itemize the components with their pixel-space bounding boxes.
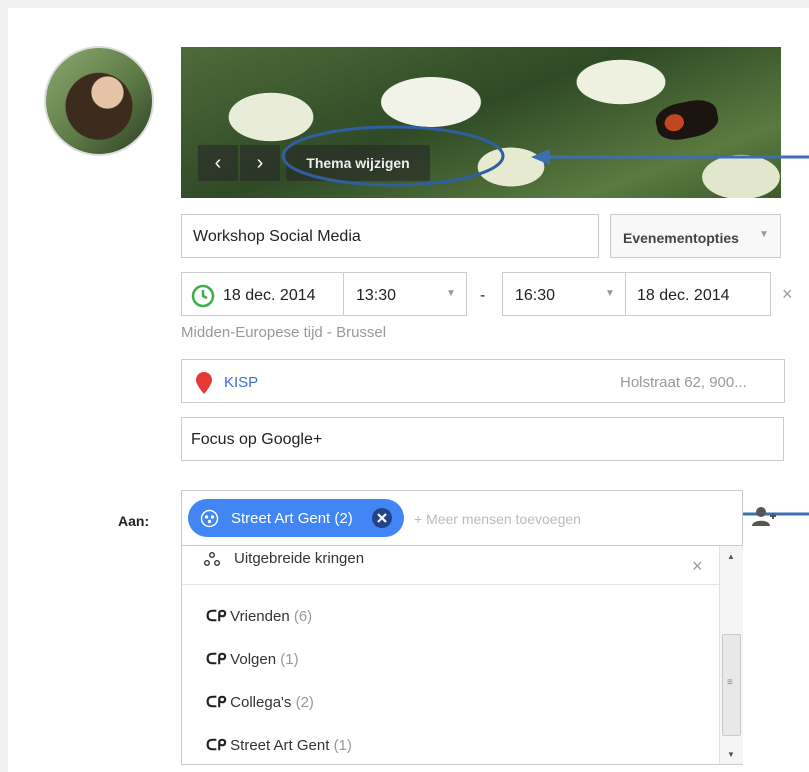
event-title-value: Workshop Social Media	[193, 228, 361, 245]
circle-count: (2)	[295, 694, 314, 711]
close-dropdown-icon[interactable]: ×	[692, 556, 703, 577]
recipients-label: Aan:	[118, 513, 150, 529]
list-item[interactable]: ᑕᑭ Street Art Gent (1)	[206, 736, 352, 754]
end-time-value: 16:30	[515, 287, 556, 304]
circle-link-icon: ᑕᑭ	[206, 651, 227, 668]
divider	[182, 584, 719, 585]
remove-chip-icon[interactable]	[372, 508, 392, 528]
start-time-value: 13:30	[356, 287, 397, 304]
chevron-down-icon: ▼	[446, 288, 456, 299]
remove-end-time-icon[interactable]: ×	[782, 284, 793, 305]
start-date-value: 18 dec. 2014	[223, 287, 316, 304]
start-time-select[interactable]: 13:30 ▼	[343, 272, 467, 316]
time-separator: -	[480, 287, 486, 304]
grip-icon: ≡	[727, 677, 733, 688]
location-field[interactable]: KISP Holstraat 62, 900...	[181, 359, 785, 403]
location-address: Holstraat 62, 900...	[620, 374, 747, 391]
circle-count: (1)	[333, 737, 352, 754]
circle-count: (6)	[293, 608, 313, 625]
location-name[interactable]: KISP	[224, 374, 258, 391]
circle-name: Vrienden	[230, 608, 290, 625]
circle-link-icon: ᑕᑭ	[206, 737, 227, 754]
list-item[interactable]: ᑕᑭ Vrienden (6)	[206, 607, 312, 625]
scroll-down-icon[interactable]: ▼	[727, 750, 735, 759]
recipients-field[interactable]: Street Art Gent (2) + Meer mensen toevoe…	[181, 490, 743, 546]
scrollbar[interactable]: ▲ ≡ ▼	[719, 546, 743, 764]
description-field[interactable]: Focus op Google+	[181, 417, 784, 461]
chevron-down-icon: ▼	[605, 288, 615, 299]
circle-count: (1)	[280, 651, 299, 668]
list-item[interactable]: ᑕᑭ Volgen (1)	[206, 650, 299, 668]
list-item[interactable]: ᑕᑭ Collega's (2)	[206, 693, 314, 711]
extended-circles-label[interactable]: Uitgebreide kringen	[234, 550, 364, 567]
circle-name: Street Art Gent	[230, 737, 330, 754]
end-time-select[interactable]: 16:30 ▼	[502, 272, 626, 316]
circle-icon	[200, 509, 219, 528]
clock-icon	[191, 284, 215, 308]
circle-chip[interactable]: Street Art Gent (2)	[188, 499, 404, 537]
circle-chip-label: Street Art Gent (2)	[231, 510, 353, 527]
event-title-field[interactable]: Workshop Social Media	[181, 214, 599, 258]
map-pin-icon	[196, 372, 212, 394]
end-date-value: 18 dec. 2014	[637, 287, 730, 304]
start-date-field[interactable]: 18 dec. 2014	[181, 272, 344, 316]
chevron-down-icon: ▼	[759, 229, 769, 240]
scroll-up-icon[interactable]: ▲	[727, 552, 735, 561]
annotation-arrowhead-1	[531, 149, 550, 165]
scrollbar-thumb[interactable]: ≡	[722, 634, 741, 736]
circle-link-icon: ᑕᑭ	[206, 608, 227, 625]
circles-dropdown: Uitgebreide kringen × ᑕᑭ Vrienden (6) ᑕᑭ…	[181, 545, 743, 765]
event-options-dropdown[interactable]: Evenementopties ▼	[610, 214, 781, 258]
add-person-icon[interactable]	[750, 505, 776, 527]
circle-link-icon: ᑕᑭ	[206, 694, 227, 711]
circle-name: Collega's	[230, 694, 292, 711]
timezone-label[interactable]: Midden-Europese tijd - Brussel	[181, 324, 386, 341]
annotation-ellipse	[281, 125, 505, 187]
event-options-label: Evenementopties	[623, 230, 739, 246]
circle-name: Volgen	[230, 651, 277, 668]
add-people-placeholder[interactable]: + Meer mensen toevoegen	[414, 511, 581, 527]
extended-circles-icon	[204, 552, 220, 566]
description-value: Focus op Google+	[191, 431, 323, 448]
end-date-field[interactable]: 18 dec. 2014	[625, 272, 771, 316]
